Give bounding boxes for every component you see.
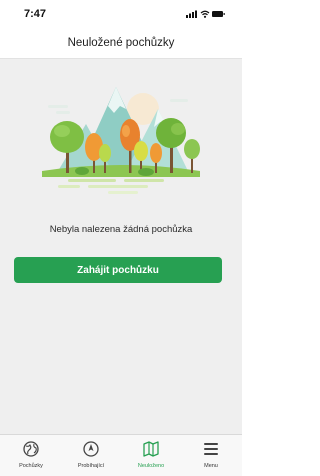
hamburger-menu-icon	[204, 443, 218, 455]
tab-bar: Pochůzky Probíhající Neuloženo Menu	[0, 434, 242, 476]
tab-label: Neuloženo	[137, 463, 165, 469]
page-title: Neuložené pochůzky	[67, 37, 175, 49]
wifi-icon	[200, 10, 210, 18]
tab-probihajici[interactable]: Probíhající	[61, 435, 121, 476]
empty-state-message: Nebyla nalezena žádná pochůzka	[49, 224, 193, 235]
nav-header: Neuložené pochůzky	[0, 30, 242, 59]
compass-icon	[83, 441, 99, 457]
tab-label: Pochůzky	[19, 463, 43, 469]
main-content: Nebyla nalezena žádná pochůzka Zahájit p…	[0, 59, 242, 434]
start-patrol-button[interactable]: Zahájit pochůzku	[14, 257, 222, 283]
status-time: 7:47	[24, 8, 47, 20]
signal-icon	[186, 10, 197, 18]
tab-pochuzky[interactable]: Pochůzky	[1, 435, 61, 476]
status-bar: 7:47	[0, 0, 242, 30]
tab-label: Menu	[204, 463, 218, 469]
tab-neulozeno[interactable]: Neuloženo	[121, 435, 181, 476]
map-icon	[143, 441, 159, 457]
battery-icon	[212, 11, 225, 17]
globe-icon	[23, 441, 39, 457]
forest-landscape-illustration	[42, 87, 200, 194]
tab-label: Probíhající	[77, 463, 105, 469]
tab-menu[interactable]: Menu	[181, 435, 241, 476]
status-icons	[186, 10, 225, 18]
